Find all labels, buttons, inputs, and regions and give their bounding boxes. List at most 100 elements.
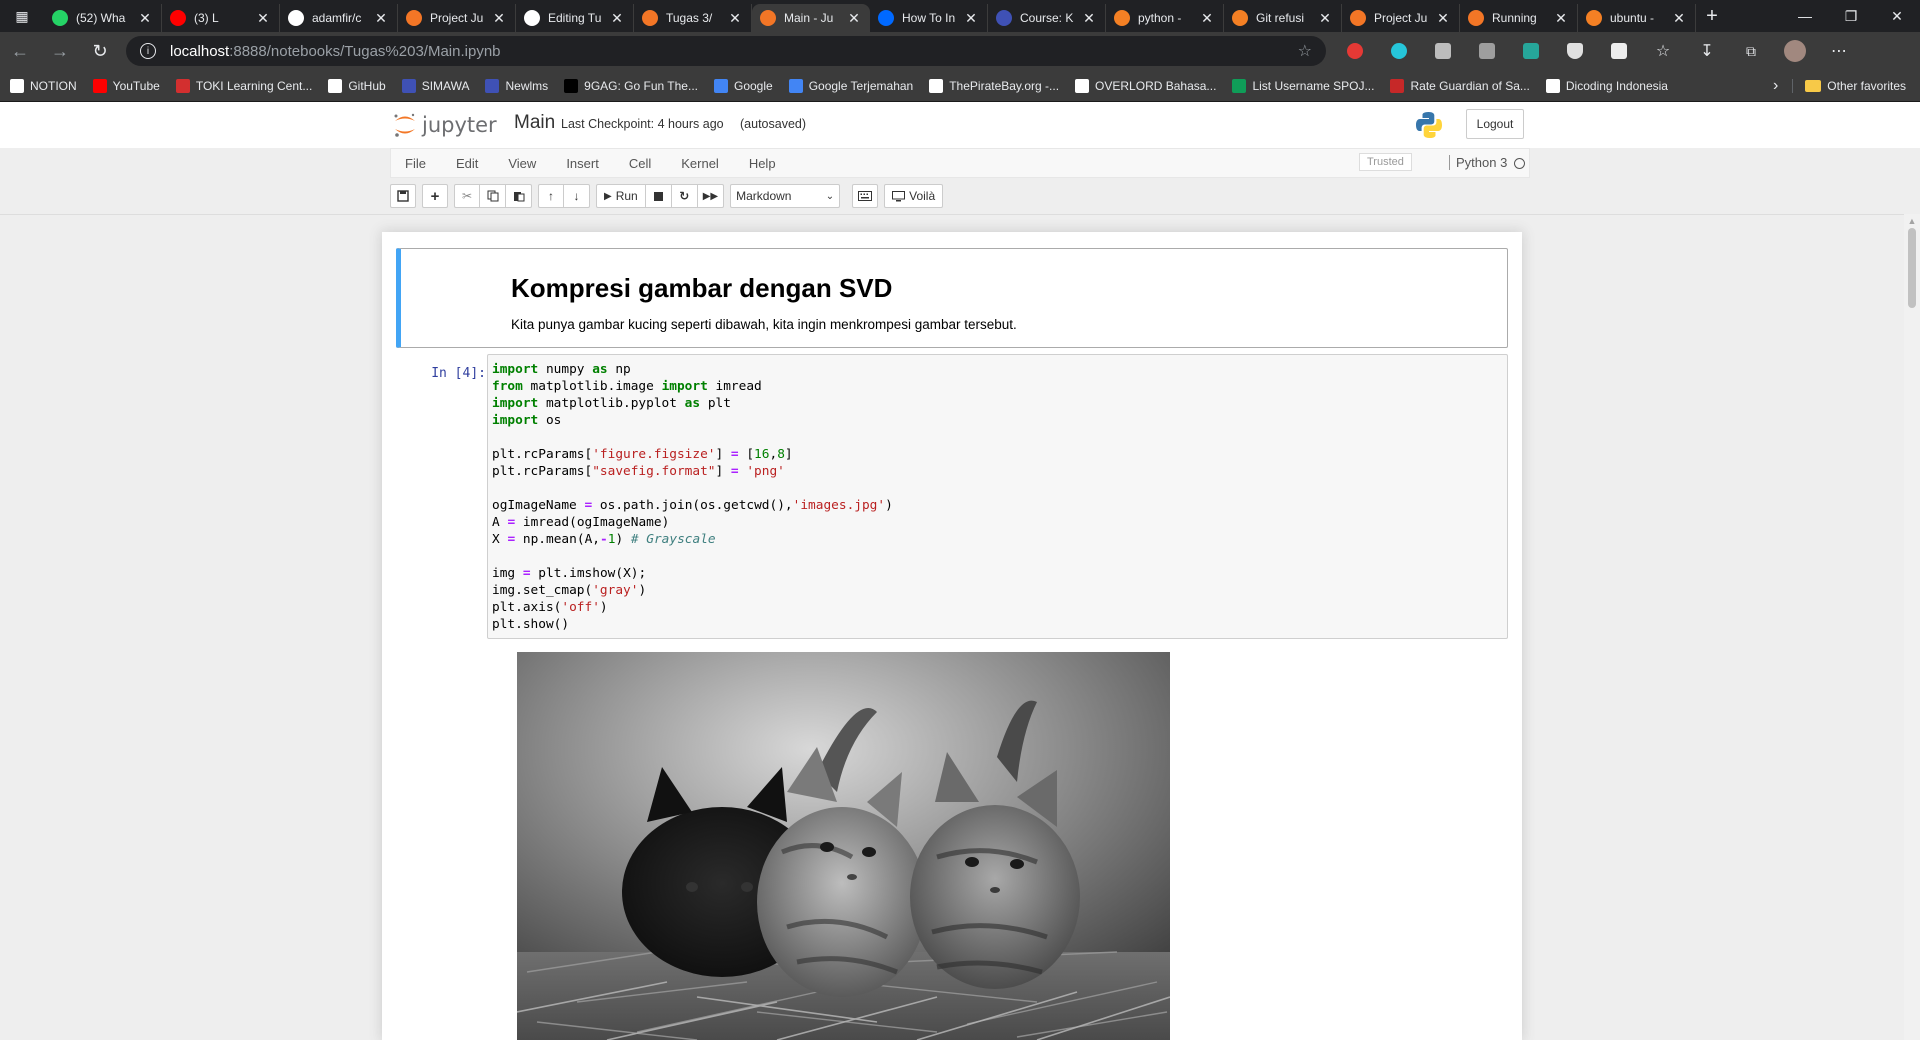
bookmark-item[interactable]: ThePirateBay.org -... xyxy=(929,78,1059,93)
code-editor[interactable]: import numpy as np from matplotlib.image … xyxy=(487,354,1508,639)
extension-mail-icon[interactable] xyxy=(1516,36,1546,66)
close-tab-icon[interactable]: ✕ xyxy=(1435,10,1451,27)
move-down-button[interactable]: ↓ xyxy=(564,184,590,208)
close-window-icon[interactable]: ✕ xyxy=(1874,0,1920,32)
other-favorites-label: Other favorites xyxy=(1827,78,1906,93)
browser-tab[interactable]: (52) Wha ✕ xyxy=(44,4,162,32)
close-tab-icon[interactable]: ✕ xyxy=(137,10,153,27)
interrupt-button[interactable] xyxy=(645,184,672,208)
voila-button[interactable]: Voilà xyxy=(884,184,944,208)
bookmark-item[interactable]: YouTube xyxy=(92,78,160,93)
jupyter-logo[interactable]: jupyter xyxy=(392,112,497,138)
browser-tab[interactable]: Git refusi ✕ xyxy=(1224,4,1342,32)
browser-tab[interactable]: Course: K ✕ xyxy=(988,4,1106,32)
add-favorite-icon[interactable]: ☆ xyxy=(1298,41,1312,61)
close-tab-icon[interactable]: ✕ xyxy=(609,10,625,27)
browser-tab[interactable]: Project Ju ✕ xyxy=(1342,4,1460,32)
browser-tab[interactable]: Project Ju ✕ xyxy=(398,4,516,32)
bookmark-item[interactable]: Google Terjemahan xyxy=(788,78,913,93)
more-menu-icon[interactable]: ⋯ xyxy=(1824,36,1854,66)
bookmark-item[interactable]: Newlms xyxy=(485,78,548,93)
close-tab-icon[interactable]: ✕ xyxy=(846,10,862,27)
close-tab-icon[interactable]: ✕ xyxy=(1317,10,1333,27)
command-palette-button[interactable] xyxy=(852,184,879,208)
extension-gray-icon[interactable] xyxy=(1428,36,1458,66)
extension-doc-icon[interactable] xyxy=(1604,36,1634,66)
tab-actions-icon[interactable]: ▦ xyxy=(0,0,44,32)
bookmark-item[interactable]: GitHub xyxy=(328,78,386,93)
bookmark-item[interactable]: TOKI Learning Cent... xyxy=(175,78,313,93)
scrollbar-thumb[interactable] xyxy=(1908,228,1916,308)
browser-tab[interactable]: python - ✕ xyxy=(1106,4,1224,32)
copy-button[interactable] xyxy=(480,184,506,208)
bookmark-item[interactable]: Rate Guardian of Sa... xyxy=(1390,78,1530,93)
cut-button[interactable]: ✂ xyxy=(454,184,480,208)
close-tab-icon[interactable]: ✕ xyxy=(1081,10,1097,27)
bookmark-item[interactable]: NOTION xyxy=(10,78,77,93)
move-up-button[interactable]: ↑ xyxy=(538,184,564,208)
bookmark-item[interactable]: SIMAWA xyxy=(401,78,469,93)
run-button[interactable]: ▶ Run xyxy=(596,184,646,208)
logout-button[interactable]: Logout xyxy=(1466,109,1524,139)
collections-icon[interactable]: ⧉ xyxy=(1736,36,1766,66)
close-tab-icon[interactable]: ✕ xyxy=(1199,10,1215,27)
notebook-name[interactable]: Main xyxy=(514,112,555,134)
back-icon[interactable]: ← xyxy=(0,34,40,68)
save-button[interactable] xyxy=(390,184,416,208)
close-tab-icon[interactable]: ✕ xyxy=(491,10,507,27)
bookmark-item[interactable]: 9GAG: Go Fun The... xyxy=(564,78,698,93)
menu-help[interactable]: Help xyxy=(734,156,791,171)
trusted-badge[interactable]: Trusted xyxy=(1359,153,1412,171)
browser-tab[interactable]: Editing Tu ✕ xyxy=(516,4,634,32)
bookmark-item[interactable]: Google xyxy=(714,78,773,93)
bookmark-item[interactable]: List Username SPOJ... xyxy=(1232,78,1374,93)
close-tab-icon[interactable]: ✕ xyxy=(373,10,389,27)
downloads-icon[interactable]: ↧ xyxy=(1692,36,1722,66)
browser-tab[interactable]: How To In ✕ xyxy=(870,4,988,32)
extension-copy-icon[interactable] xyxy=(1472,36,1502,66)
cell-type-select[interactable]: Markdown ⌄ xyxy=(730,184,841,208)
close-tab-icon[interactable]: ✕ xyxy=(963,10,979,27)
browser-tab[interactable]: (3) L ✕ xyxy=(162,4,280,32)
paste-button[interactable] xyxy=(506,184,532,208)
bookmarks-overflow-icon[interactable]: › xyxy=(1773,77,1778,95)
favorites-icon[interactable]: ☆ xyxy=(1648,36,1678,66)
new-tab-button[interactable]: + xyxy=(1696,0,1728,32)
restore-icon[interactable]: ❐ xyxy=(1828,0,1874,32)
menu-edit[interactable]: Edit xyxy=(441,156,493,171)
close-tab-icon[interactable]: ✕ xyxy=(1553,10,1569,27)
browser-tab[interactable]: adamfir/c ✕ xyxy=(280,4,398,32)
refresh-icon[interactable]: ↻ xyxy=(80,34,120,68)
extension-shield-icon[interactable] xyxy=(1560,36,1590,66)
menu-file[interactable]: File xyxy=(391,156,441,171)
close-tab-icon[interactable]: ✕ xyxy=(255,10,271,27)
forward-icon[interactable]: → xyxy=(40,34,80,68)
browser-tab[interactable]: ubuntu - ✕ xyxy=(1578,4,1696,32)
extension-m-icon[interactable] xyxy=(1384,36,1414,66)
insert-cell-button[interactable]: + xyxy=(422,184,448,208)
browser-tab[interactable]: Tugas 3/ ✕ xyxy=(634,4,752,32)
minimize-icon[interactable]: — xyxy=(1782,0,1828,32)
page-scrollbar[interactable]: ▲ xyxy=(1904,214,1920,1040)
other-favorites[interactable]: Other favorites xyxy=(1792,78,1906,93)
browser-tab[interactable]: Main - Ju ✕ xyxy=(752,4,870,32)
restart-run-all-button[interactable]: ▶▶ xyxy=(697,184,725,208)
tab-title: Tugas 3/ xyxy=(666,11,713,25)
browser-tab[interactable]: Running ✕ xyxy=(1460,4,1578,32)
restart-button[interactable]: ↻ xyxy=(671,184,698,208)
profile-avatar[interactable] xyxy=(1780,36,1810,66)
bookmark-item[interactable]: Dicoding Indonesia xyxy=(1545,78,1668,93)
bookmark-item[interactable]: OVERLORD Bahasa... xyxy=(1075,78,1216,93)
menu-kernel[interactable]: Kernel xyxy=(666,156,734,171)
url-bar[interactable]: i localhost:8888/notebooks/Tugas%203/Mai… xyxy=(126,36,1326,66)
close-tab-icon[interactable]: ✕ xyxy=(1671,10,1687,27)
site-info-icon[interactable]: i xyxy=(140,43,156,59)
menu-cell[interactable]: Cell xyxy=(614,156,666,171)
menu-view[interactable]: View xyxy=(493,156,551,171)
extension-red-icon[interactable] xyxy=(1340,36,1370,66)
markdown-cell[interactable]: Kompresi gambar dengan SVD Kita punya ga… xyxy=(396,248,1508,348)
scroll-up-icon[interactable]: ▲ xyxy=(1904,214,1920,228)
bookmark-label: TOKI Learning Cent... xyxy=(195,78,313,93)
menu-insert[interactable]: Insert xyxy=(551,156,614,171)
close-tab-icon[interactable]: ✕ xyxy=(727,10,743,27)
